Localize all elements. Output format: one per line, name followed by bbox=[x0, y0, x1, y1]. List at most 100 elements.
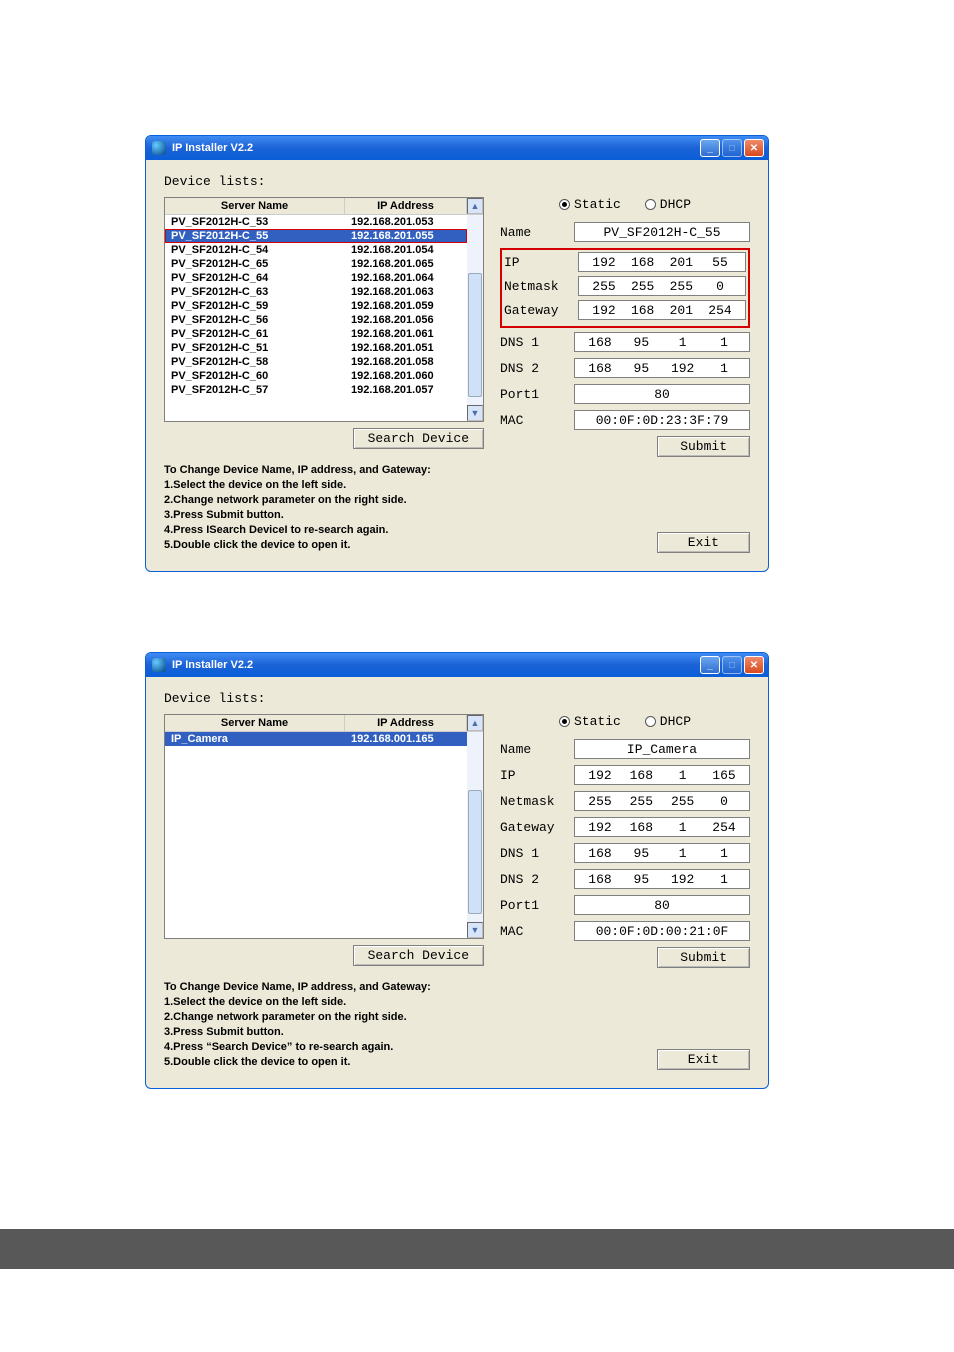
table-row-empty[interactable] bbox=[165, 788, 467, 802]
scrollbar[interactable]: ▼ bbox=[467, 215, 483, 421]
ip-octet[interactable]: 95 bbox=[624, 361, 658, 376]
ip-octet[interactable]: 255 bbox=[664, 279, 698, 294]
table-row[interactable]: PV_SF2012H-C_65 192.168.201.065 bbox=[165, 257, 467, 271]
table-row[interactable]: PV_SF2012H-C_51 192.168.201.051 bbox=[165, 341, 467, 355]
port1-field[interactable]: 80 bbox=[574, 384, 750, 404]
ip-octet[interactable]: 254 bbox=[707, 820, 741, 835]
table-row-empty[interactable] bbox=[165, 802, 467, 816]
ip-octet[interactable]: 95 bbox=[624, 872, 658, 887]
ip-octet[interactable]: 95 bbox=[624, 846, 658, 861]
table-row-empty[interactable] bbox=[165, 872, 467, 886]
table-row-empty[interactable] bbox=[165, 830, 467, 844]
ip-octet[interactable]: 1 bbox=[666, 820, 700, 835]
table-row-empty[interactable] bbox=[165, 746, 467, 760]
dns2-field[interactable]: 168951921 bbox=[574, 869, 750, 889]
table-row[interactable]: PV_SF2012H-C_56 192.168.201.056 bbox=[165, 313, 467, 327]
minimize-icon[interactable]: _ bbox=[700, 656, 720, 674]
port1-field[interactable]: 80 bbox=[574, 895, 750, 915]
scroll-down-icon[interactable]: ▼ bbox=[467, 405, 483, 421]
col-ip-address[interactable]: IP Address bbox=[345, 198, 467, 214]
ip-octet[interactable]: 168 bbox=[583, 335, 617, 350]
ip-octet[interactable]: 201 bbox=[664, 303, 698, 318]
table-row[interactable]: PV_SF2012H-C_59 192.168.201.059 bbox=[165, 299, 467, 313]
radio-static[interactable]: Static bbox=[559, 197, 621, 212]
mac-field[interactable]: 00:0F:0D:00:21:0F bbox=[574, 921, 750, 941]
ip-octet[interactable]: 1 bbox=[707, 361, 741, 376]
ip-octet[interactable]: 0 bbox=[707, 794, 741, 809]
ip-octet[interactable]: 1 bbox=[666, 768, 700, 783]
table-row[interactable]: PV_SF2012H-C_64 192.168.201.064 bbox=[165, 271, 467, 285]
ip-octet[interactable]: 95 bbox=[624, 335, 658, 350]
table-row[interactable]: PV_SF2012H-C_54 192.168.201.054 bbox=[165, 243, 467, 257]
table-row[interactable]: PV_SF2012H-C_63 192.168.201.063 bbox=[165, 285, 467, 299]
ip-octet[interactable]: 55 bbox=[703, 255, 737, 270]
name-field[interactable]: IP_Camera bbox=[574, 739, 750, 759]
table-row-empty[interactable] bbox=[165, 858, 467, 872]
dns1-field[interactable]: 168 95 11 bbox=[574, 332, 750, 352]
search-device-button[interactable]: Search Device bbox=[353, 428, 484, 449]
ip-octet[interactable]: 165 bbox=[707, 768, 741, 783]
scrollbar-thumb[interactable] bbox=[468, 273, 482, 397]
ip-octet[interactable]: 192 bbox=[583, 820, 617, 835]
maximize-icon[interactable]: □ bbox=[722, 139, 742, 157]
ip-octet[interactable]: 168 bbox=[583, 361, 617, 376]
radio-static[interactable]: Static bbox=[559, 714, 621, 729]
ip-octet[interactable]: 192 bbox=[587, 303, 621, 318]
maximize-icon[interactable]: □ bbox=[722, 656, 742, 674]
ip-octet[interactable]: 1 bbox=[666, 335, 700, 350]
search-device-button[interactable]: Search Device bbox=[353, 945, 484, 966]
ip-octet[interactable]: 1 bbox=[707, 335, 741, 350]
ip-octet[interactable]: 192 bbox=[666, 361, 700, 376]
table-row[interactable]: PV_SF2012H-C_60 192.168.201.060 bbox=[165, 369, 467, 383]
ip-octet[interactable]: 201 bbox=[664, 255, 698, 270]
table-row-empty[interactable] bbox=[165, 774, 467, 788]
ip-octet[interactable]: 255 bbox=[624, 794, 658, 809]
table-row-empty[interactable] bbox=[165, 816, 467, 830]
table-row-empty[interactable] bbox=[165, 900, 467, 914]
ip-octet[interactable]: 1 bbox=[707, 846, 741, 861]
col-ip-address[interactable]: IP Address bbox=[345, 715, 467, 731]
col-server-name[interactable]: Server Name bbox=[165, 198, 345, 214]
ip-octet[interactable]: 255 bbox=[587, 279, 621, 294]
ip-octet[interactable]: 255 bbox=[583, 794, 617, 809]
dns2-field[interactable]: 168 95 192 1 bbox=[574, 358, 750, 378]
ip-octet[interactable]: 0 bbox=[703, 279, 737, 294]
ip-octet[interactable]: 192 bbox=[587, 255, 621, 270]
exit-button[interactable]: Exit bbox=[657, 1049, 750, 1070]
minimize-icon[interactable]: _ bbox=[700, 139, 720, 157]
ip-octet[interactable]: 168 bbox=[626, 255, 660, 270]
radio-dhcp[interactable]: DHCP bbox=[645, 714, 691, 729]
ip-field[interactable]: 192 168 1 165 bbox=[574, 765, 750, 785]
table-row-empty[interactable] bbox=[165, 886, 467, 900]
table-row[interactable]: PV_SF2012H-C_57 192.168.201.057 bbox=[165, 383, 467, 397]
netmask-field[interactable]: 2552552550 bbox=[578, 276, 746, 296]
ip-octet[interactable]: 192 bbox=[666, 872, 700, 887]
ip-octet[interactable]: 192 bbox=[583, 768, 617, 783]
exit-button[interactable]: Exit bbox=[657, 532, 750, 553]
ip-octet[interactable]: 168 bbox=[626, 303, 660, 318]
gateway-field[interactable]: 192 168 201 254 bbox=[578, 300, 746, 320]
submit-button[interactable]: Submit bbox=[657, 947, 750, 968]
table-row-empty[interactable] bbox=[165, 844, 467, 858]
ip-field[interactable]: 192 168 201 55 bbox=[578, 252, 746, 272]
table-row[interactable]: PV_SF2012H-C_61 192.168.201.061 bbox=[165, 327, 467, 341]
close-icon[interactable]: ✕ bbox=[744, 139, 764, 157]
ip-octet[interactable]: 168 bbox=[624, 820, 658, 835]
table-row[interactable]: PV_SF2012H-C_55 192.168.201.055 bbox=[165, 229, 467, 243]
ip-octet[interactable]: 168 bbox=[583, 846, 617, 861]
table-row-empty[interactable] bbox=[165, 914, 467, 928]
ip-octet[interactable]: 1 bbox=[666, 846, 700, 861]
scroll-up-icon[interactable]: ▲ bbox=[467, 198, 483, 214]
dns1-field[interactable]: 168 95 11 bbox=[574, 843, 750, 863]
ip-octet[interactable]: 1 bbox=[707, 872, 741, 887]
titlebar[interactable]: IP Installer V2.2 _ □ ✕ bbox=[146, 653, 768, 677]
ip-octet[interactable]: 168 bbox=[624, 768, 658, 783]
table-row-empty[interactable] bbox=[165, 760, 467, 774]
titlebar[interactable]: IP Installer V2.2 _ □ ✕ bbox=[146, 136, 768, 160]
radio-dhcp[interactable]: DHCP bbox=[645, 197, 691, 212]
table-row[interactable]: IP_Camera 192.168.001.165 bbox=[165, 732, 467, 746]
netmask-field[interactable]: 2552552550 bbox=[574, 791, 750, 811]
ip-octet[interactable]: 254 bbox=[703, 303, 737, 318]
table-row[interactable]: PV_SF2012H-C_58 192.168.201.058 bbox=[165, 355, 467, 369]
table-row[interactable]: PV_SF2012H-C_53 192.168.201.053 bbox=[165, 215, 467, 229]
